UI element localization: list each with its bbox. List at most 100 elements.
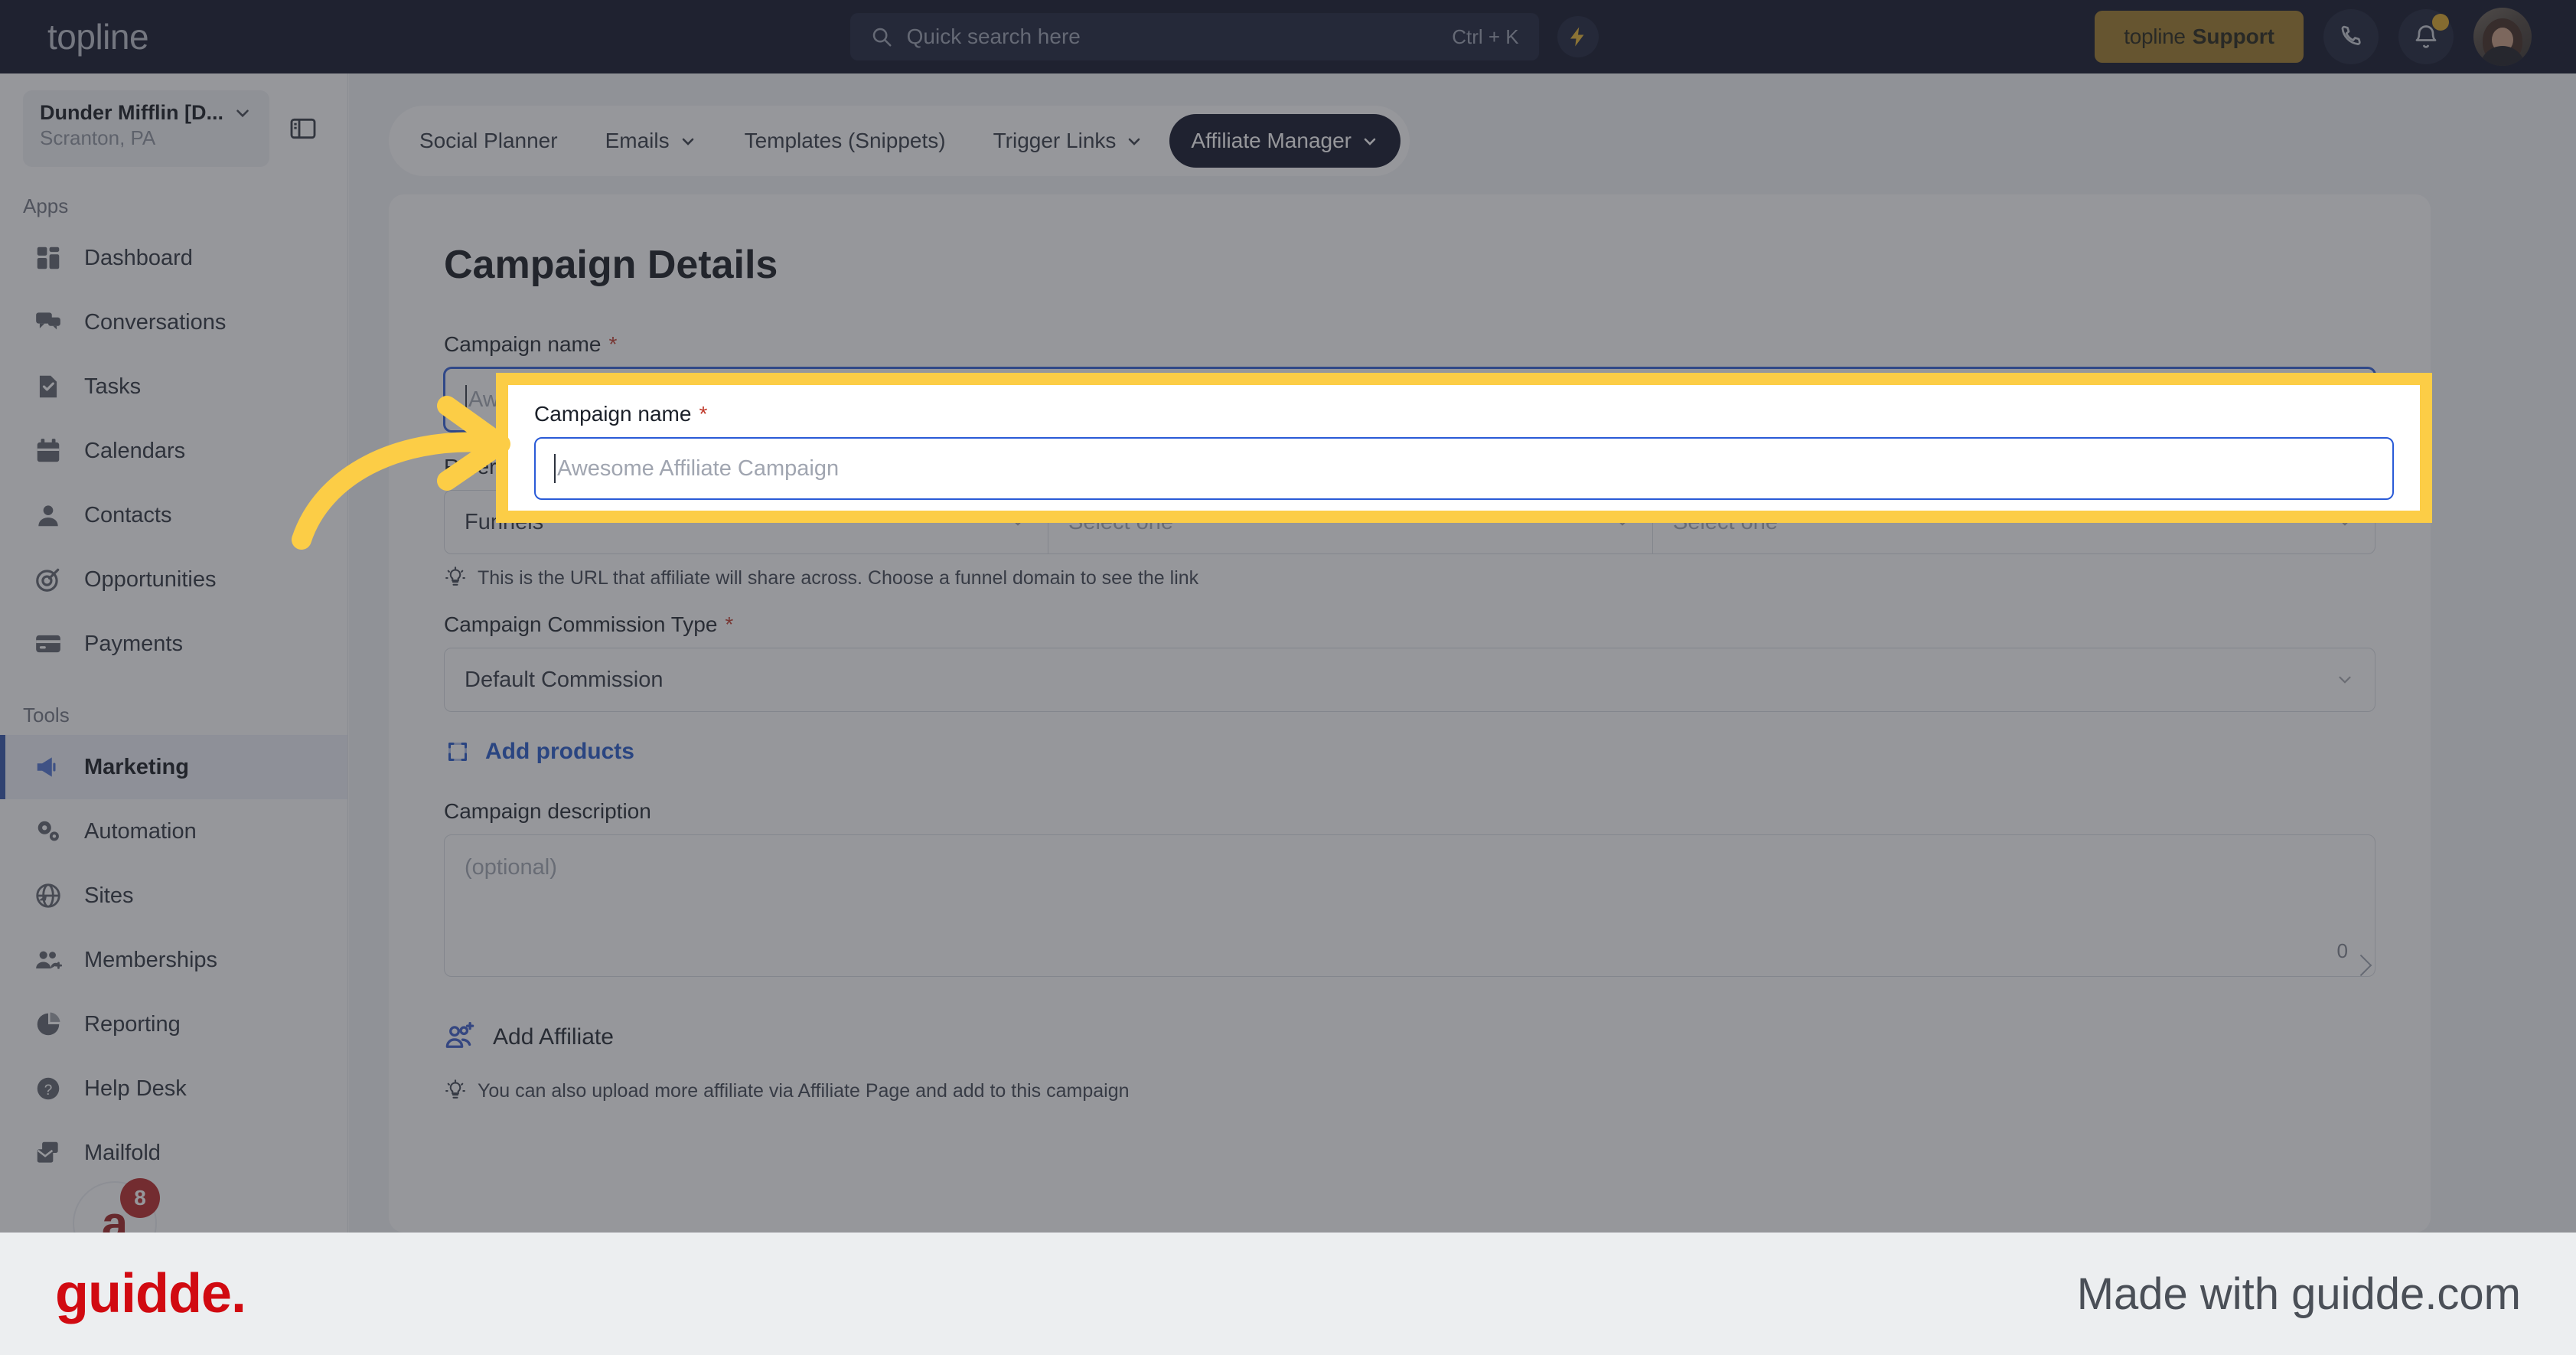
phone-button[interactable] [2323,9,2379,64]
tab-affiliate-manager[interactable]: Affiliate Manager [1169,114,1400,168]
search-placeholder-text: Quick search here [906,24,1081,48]
chevron-down-icon [1361,132,1379,150]
support-button-logo: topline [2124,24,2186,48]
required-asterisk: * [725,612,734,636]
add-products-link[interactable]: Add products [444,738,2375,766]
sidebar-item-label: Memberships [84,947,218,972]
top-bar-actions: topline Support [2095,8,2576,66]
required-asterisk: * [687,455,696,478]
chevron-down-icon [2335,512,2355,532]
campaign-description-label: Campaign description [444,799,651,823]
application-window: topline Quick search here Ctrl + K topli… [0,0,2576,1265]
sidebar-item-automation[interactable]: Automation [0,799,347,864]
lightbulb-icon [444,1079,467,1102]
pie-chart-icon [34,1010,63,1039]
gears-icon [34,817,63,846]
add-affiliate-button[interactable]: Add Affiliate [444,1021,2375,1053]
referral-source-select[interactable]: Funnels [444,490,1048,554]
referral-step-select[interactable]: Select one [1653,490,2375,554]
field-referral-link: Referral/lead sign up link * Funnels Sel… [444,455,2375,589]
tab-label: Social Planner [419,129,558,152]
tab-social-planner[interactable]: Social Planner [398,114,579,168]
character-counter: 0 [2336,939,2348,962]
lightning-bolt-icon[interactable] [1557,16,1599,57]
campaign-form: Campaign name * Awesome Affiliate Campai… [389,288,2431,1102]
panel-toggle-icon[interactable] [282,107,324,150]
sidebar-item-mailfold[interactable]: Mailfold [0,1121,347,1185]
sidebar-item-memberships[interactable]: Memberships [0,928,347,992]
sidebar-item-dashboard[interactable]: Dashboard [0,226,347,290]
made-with-guidde-text: Made with guidde.com [2076,1268,2521,1319]
sidebar-item-payments[interactable]: Payments [0,612,347,676]
people-plus-icon [34,945,63,975]
sidebar-item-label: Payments [84,631,183,656]
brand-logo[interactable]: topline [0,0,354,73]
referral-funnel-select[interactable]: Select one [1048,490,1653,554]
mailfold-unread-count: 8 [120,1178,160,1218]
add-affiliate-hint: You can also upload more affiliate via A… [444,1079,2375,1102]
global-search-input[interactable]: Quick search here Ctrl + K [849,13,1539,60]
main-content: Social Planner Emails Templates (Snippet… [349,73,2576,1233]
user-avatar[interactable] [2473,8,2532,66]
referral-source-value: Funnels [465,509,544,534]
campaign-description-textarea[interactable]: (optional) [444,834,2375,977]
sidebar: Dunder Mifflin [D... Scranton, PA Apps D… [0,73,348,1265]
sidebar-item-marketing[interactable]: Marketing [0,735,347,799]
target-icon [34,565,63,594]
top-bar: topline Quick search here Ctrl + K topli… [0,0,2576,73]
guidde-logo: guidde. [55,1263,246,1324]
chevron-down-icon [233,103,253,123]
task-check-icon [34,372,63,401]
sidebar-item-sites[interactable]: Sites [0,864,347,928]
commission-type-select[interactable]: Default Commission [444,648,2375,712]
referral-link-label: Referral/lead sign up link * [444,455,696,478]
sidebar-item-opportunities[interactable]: Opportunities [0,547,347,612]
chevron-down-icon [2335,670,2355,690]
product-card-icon [444,738,471,766]
required-asterisk: * [608,332,618,356]
tab-emails[interactable]: Emails [584,114,719,168]
sidebar-item-reporting[interactable]: Reporting [0,992,347,1056]
search-icon [870,25,893,48]
sidebar-item-tasks[interactable]: Tasks [0,354,347,419]
lightbulb-icon [444,566,467,589]
people-plus-icon [444,1021,476,1053]
chevron-down-icon [679,132,697,150]
location-switcher[interactable]: Dunder Mifflin [D... Scranton, PA [23,90,269,167]
notifications-button[interactable] [2398,9,2454,64]
campaign-name-label: Campaign name * [444,332,618,356]
sidebar-item-contacts[interactable]: Contacts [0,483,347,547]
sidebar-item-label: Sites [84,883,134,908]
topline-support-button[interactable]: topline Support [2095,11,2304,63]
chevron-down-icon [1612,512,1632,532]
add-affiliate-hint-text: You can also upload more affiliate via A… [478,1079,1130,1102]
field-campaign-description: Campaign description (optional) 0 [444,799,2375,977]
sidebar-item-calendars[interactable]: Calendars [0,419,347,483]
sidebar-item-conversations[interactable]: Conversations [0,290,347,354]
question-circle-icon: ? [34,1074,63,1103]
sidebar-section-tools: Tools [23,704,70,726]
tab-templates-snippets[interactable]: Templates (Snippets) [723,114,967,168]
global-search-area: Quick search here Ctrl + K [354,13,2095,60]
sidebar-item-label: Calendars [84,438,186,463]
campaign-name-input[interactable]: Awesome Affiliate Campaign [444,367,2375,432]
page-title: Campaign Details [444,243,778,287]
location-name: Dunder Mifflin [D... [40,101,223,124]
sidebar-item-label: Mailfold [84,1140,161,1165]
add-products-label: Add products [485,739,634,764]
sidebar-item-label: Marketing [84,754,189,779]
campaign-details-card: Campaign Details Campaign name * Awesome… [389,194,2431,1233]
guidde-footer: guidde. Made with guidde.com [0,1233,2576,1355]
notification-badge-dot [2432,14,2449,31]
sidebar-item-label: Tasks [84,374,142,399]
add-affiliate-label: Add Affiliate [493,1024,614,1050]
tab-label: Templates (Snippets) [744,129,946,152]
commission-type-value: Default Commission [465,667,664,692]
sidebar-item-help-desk[interactable]: ? Help Desk [0,1056,347,1121]
chevron-down-icon [1008,512,1028,532]
field-commission-type: Campaign Commission Type * Default Commi… [444,612,2375,712]
referral-link-selectors: Funnels Select one Select one [444,490,2375,554]
sidebar-item-label: Opportunities [84,566,217,592]
tab-trigger-links[interactable]: Trigger Links [972,114,1166,168]
campaign-name-placeholder: Awesome Affiliate Campaign [468,387,751,412]
